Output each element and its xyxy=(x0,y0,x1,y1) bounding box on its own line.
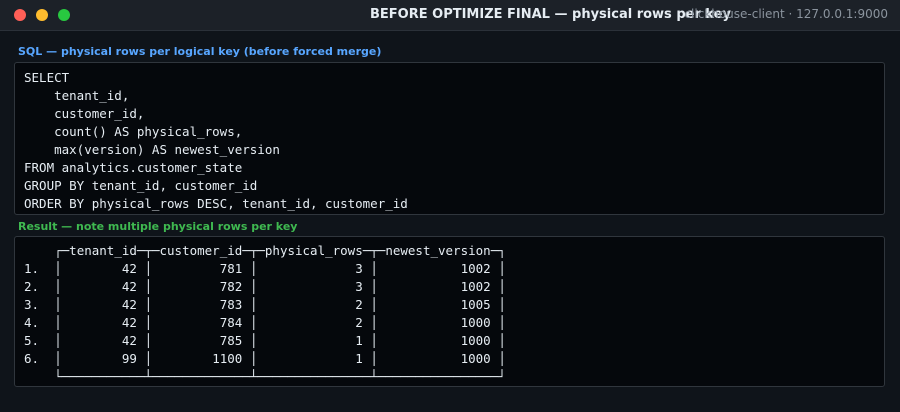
table-cell: 3 xyxy=(355,261,363,276)
connection-info: clickhouse-client · 127.0.0.1:9000 xyxy=(684,7,888,21)
table-cell: 99 xyxy=(121,351,137,366)
row-number: 1. xyxy=(24,261,55,276)
row-number: 5. xyxy=(24,333,55,348)
result-table: ┌─tenant_id─┬─customer_id─┬─physical_row… xyxy=(24,243,506,384)
table-cell: 1000 xyxy=(460,351,491,366)
row-number: 3. xyxy=(24,297,55,312)
table-cell: 42 xyxy=(121,279,137,294)
table-row: 6. │ 99 │ 1100 │ 1 │ 1000 │ xyxy=(24,351,506,366)
table-cell: 42 xyxy=(121,261,137,276)
sql-section-label: SQL — physical rows per logical key (bef… xyxy=(18,45,382,58)
table-row: 1. │ 42 │ 781 │ 3 │ 1002 │ xyxy=(24,261,506,276)
table-cell: 1100 xyxy=(212,351,243,366)
maximize-window-button[interactable] xyxy=(58,9,70,21)
column-header: customer_id xyxy=(159,243,243,258)
close-window-button[interactable] xyxy=(14,9,26,21)
table-cell: 781 xyxy=(219,261,243,276)
table-cell: 1 xyxy=(355,333,363,348)
table-cell: 1 xyxy=(355,351,363,366)
terminal-window: BEFORE OPTIMIZE FINAL — physical rows pe… xyxy=(0,0,900,412)
row-number: 4. xyxy=(24,315,55,330)
result-panel: ┌─tenant_id─┬─customer_id─┬─physical_row… xyxy=(14,236,885,387)
table-cell: 1000 xyxy=(460,333,491,348)
title-bar: BEFORE OPTIMIZE FINAL — physical rows pe… xyxy=(0,0,900,31)
table-row: 3. │ 42 │ 783 │ 2 │ 1005 │ xyxy=(24,297,506,312)
table-cell: 42 xyxy=(121,315,137,330)
table-cell: 42 xyxy=(121,333,137,348)
table-row: 2. │ 42 │ 782 │ 3 │ 1002 │ xyxy=(24,279,506,294)
row-number: 2. xyxy=(24,279,55,294)
row-number: 6. xyxy=(24,351,55,366)
table-cell: 785 xyxy=(219,333,243,348)
column-header: newest_version xyxy=(385,243,491,258)
table-cell: 3 xyxy=(355,279,363,294)
column-header: physical_rows xyxy=(264,243,363,258)
table-cell: 42 xyxy=(121,297,137,312)
sql-query-panel: SELECT tenant_id, customer_id, count() A… xyxy=(14,62,885,215)
window-title: BEFORE OPTIMIZE FINAL — physical rows pe… xyxy=(370,7,731,22)
column-header: tenant_id xyxy=(69,243,137,258)
table-cell: 1002 xyxy=(460,279,491,294)
table-cell: 1005 xyxy=(460,297,491,312)
table-row: 4. │ 42 │ 784 │ 2 │ 1000 │ xyxy=(24,315,506,330)
result-section-label: Result — note multiple physical rows per… xyxy=(18,220,298,233)
sql-query-text: SELECT tenant_id, customer_id, count() A… xyxy=(24,70,408,211)
table-row: 5. │ 42 │ 785 │ 1 │ 1000 │ xyxy=(24,333,506,348)
minimize-window-button[interactable] xyxy=(36,9,48,21)
table-cell: 784 xyxy=(219,315,243,330)
table-cell: 782 xyxy=(219,279,243,294)
table-cell: 2 xyxy=(355,297,363,312)
table-cell: 783 xyxy=(219,297,243,312)
table-cell: 1000 xyxy=(460,315,491,330)
table-cell: 1002 xyxy=(460,261,491,276)
table-cell: 2 xyxy=(355,315,363,330)
